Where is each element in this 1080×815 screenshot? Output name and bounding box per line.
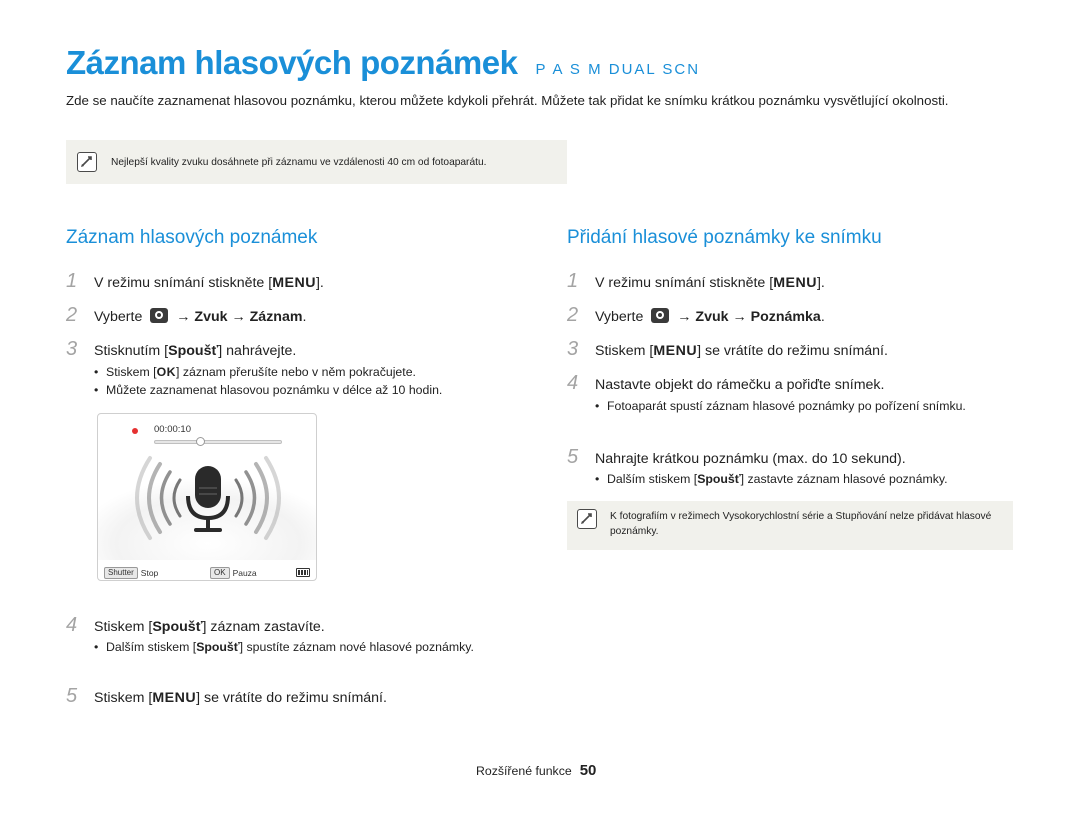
shutter-softkey: Shutter Stop — [104, 567, 158, 579]
left-step-1: 1 V režimu snímání stiskněte [MENU]. — [66, 270, 324, 293]
step-number: 3 — [567, 338, 579, 360]
right-step-4: 4 Nastavte objekt do rámečku a pořiďte s… — [567, 372, 884, 395]
step-text: Nastavte objekt do rámečku a pořiďte sní… — [595, 377, 885, 393]
left-bullet-3a: Stiskem [OK] záznam přerušíte nebo v něm… — [94, 363, 514, 381]
right-bullet-4a: Fotoaparát spustí záznam hlasové poznámk… — [595, 397, 995, 415]
step-text: Stisknutím [Spoušť] nahrávejte. — [94, 343, 297, 359]
note-box: Nejlepší kvality zvuku dosáhnete při záz… — [66, 140, 567, 184]
page-footer: Rozšířené funkce 50 — [476, 762, 596, 779]
mode-icons: P A S M DUAL SCN — [535, 61, 701, 78]
right-step-1: 1 V režimu snímání stiskněte [MENU]. — [567, 270, 825, 293]
left-bullet-4a: Dalším stiskem [Spoušť] spustíte záznam … — [94, 638, 494, 656]
step-text: Vyberte → Zvuk → Záznam. — [94, 308, 307, 325]
step-number: 1 — [567, 270, 579, 292]
step-number: 2 — [66, 304, 78, 326]
page-title-text: Záznam hlasových poznámek — [66, 44, 518, 81]
step-number: 5 — [66, 685, 78, 707]
left-step-2: 2 Vyberte → Zvuk → Záznam. — [66, 304, 306, 327]
left-step-3: 3 Stisknutím [Spoušť] nahrávejte. — [66, 338, 296, 361]
note-text: Nejlepší kvality zvuku dosáhnete při záz… — [111, 156, 487, 168]
step-number: 4 — [66, 614, 78, 636]
step-text: Stiskem [MENU] se vrátíte do režimu sním… — [595, 343, 888, 359]
left-bullet-3b: Můžete zaznamenat hlasovou poznámku v dé… — [94, 381, 514, 399]
note-icon — [577, 509, 597, 529]
step-number: 1 — [66, 270, 78, 292]
battery-icon — [296, 568, 310, 577]
microphone-icon — [98, 450, 316, 560]
camera-screen-illustration: 00:00:10 Shutter Stop OK Pauza — [97, 413, 317, 581]
step-number: 2 — [567, 304, 579, 326]
right-section-heading: Přidání hlasové poznámky ke snímku — [567, 227, 882, 248]
record-time: 00:00:10 — [154, 424, 191, 435]
right-step-5: 5 Nahrajte krátkou poznámku (max. do 10 … — [567, 446, 906, 469]
step-text: Stiskem [MENU] se vrátíte do režimu sním… — [94, 690, 387, 706]
step-text: Vyberte → Zvuk → Poznámka. — [595, 308, 825, 325]
right-step-2: 2 Vyberte → Zvuk → Poznámka. — [567, 304, 825, 327]
page-title: Záznam hlasových poznámek P A S M DUAL S… — [66, 44, 700, 88]
step-text: Nahrajte krátkou poznámku (max. do 10 se… — [595, 451, 906, 467]
intro-paragraph: Zde se naučíte zaznamenat hlasovou pozná… — [66, 93, 949, 108]
record-progress-bar — [154, 440, 282, 444]
step-text: V režimu snímání stiskněte [MENU]. — [94, 275, 324, 291]
ok-softkey: OK Pauza — [210, 567, 257, 579]
right-step-3: 3 Stiskem [MENU] se vrátíte do režimu sn… — [567, 338, 888, 361]
left-step-5: 5 Stiskem [MENU] se vrátíte do režimu sn… — [66, 685, 387, 708]
step-text: Stiskem [Spoušť] záznam zastavíte. — [94, 619, 325, 635]
record-progress-knob — [196, 437, 205, 446]
note-box: K fotografiím v režimech Vysokorychlostn… — [567, 501, 1013, 550]
left-section-heading: Záznam hlasových poznámek — [66, 227, 318, 248]
step-number: 5 — [567, 446, 579, 468]
footer-section-label: Rozšířené funkce — [476, 764, 572, 778]
step-number: 3 — [66, 338, 78, 360]
note-icon — [77, 152, 97, 172]
record-indicator-icon — [132, 428, 138, 434]
camera-menu-icon — [150, 308, 169, 323]
step-number: 4 — [567, 372, 579, 394]
step-text: V režimu snímání stiskněte [MENU]. — [595, 275, 825, 291]
left-step-4: 4 Stiskem [Spoušť] záznam zastavíte. — [66, 614, 325, 637]
camera-menu-icon — [651, 308, 670, 323]
page-number: 50 — [579, 762, 597, 779]
note-text: K fotografiím v režimech Vysokorychlostn… — [610, 511, 992, 537]
screen-softkeys: Shutter Stop OK Pauza — [98, 564, 316, 580]
right-bullet-5a: Dalším stiskem [Spoušť] zastavte záznam … — [595, 470, 1025, 488]
